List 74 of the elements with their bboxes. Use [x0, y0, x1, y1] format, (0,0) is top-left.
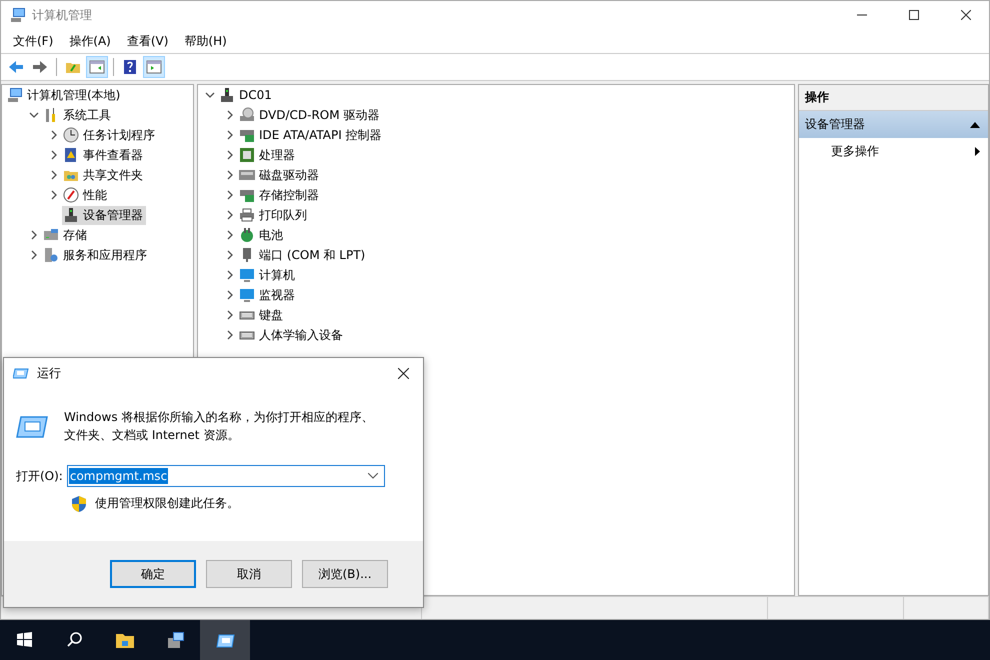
actions-header: 操作: [799, 85, 988, 111]
monitor-icon: [239, 267, 255, 283]
action-pane-button[interactable]: [143, 56, 165, 78]
tree-item[interactable]: 性能: [62, 186, 110, 204]
storage-icon: [43, 227, 59, 243]
help-icon: [122, 59, 138, 75]
computer-icon: [10, 7, 26, 23]
maximize-icon: [909, 10, 919, 20]
shield-icon: [71, 496, 87, 512]
dialog-button[interactable]: 浏览(B)...: [302, 560, 388, 588]
windows-icon: [15, 630, 35, 650]
board-icon: [239, 127, 255, 143]
close-icon: [398, 368, 408, 378]
forward-arrow-icon: [32, 59, 48, 75]
clock-icon: [63, 127, 79, 143]
command-combobox[interactable]: compmgmt.msc: [66, 465, 385, 487]
actions-section[interactable]: 设备管理器: [799, 111, 988, 138]
device-category[interactable]: DVD/CD-ROM 驱动器: [238, 106, 382, 124]
printer-icon: [239, 207, 255, 223]
device-icon: [63, 207, 79, 223]
log-icon: [63, 147, 79, 163]
tree-item[interactable]: 任务计划程序: [62, 126, 158, 144]
device-category[interactable]: DC01: [218, 86, 275, 104]
drive-icon: [239, 167, 255, 183]
device-category[interactable]: 监视器: [238, 286, 298, 304]
submenu-arrow-icon: [975, 147, 980, 156]
run-icon: [16, 414, 48, 440]
open-label: 打开(O):: [16, 468, 63, 484]
admin-note: 使用管理权限创建此任务。: [95, 495, 239, 512]
device-category[interactable]: 磁盘驱动器: [238, 166, 322, 184]
close-icon: [961, 10, 971, 20]
device-category[interactable]: 人体学输入设备: [238, 326, 346, 344]
device-category[interactable]: 键盘: [238, 306, 286, 324]
dropdown-caret-icon: [368, 473, 378, 479]
menu-item[interactable]: 操作(A): [63, 30, 117, 52]
dialog-button[interactable]: 确定: [110, 560, 196, 588]
window-title: 计算机管理: [32, 6, 92, 24]
run-button[interactable]: [200, 620, 250, 660]
server-icon: [165, 630, 185, 650]
menu-item[interactable]: 帮助(H): [178, 30, 233, 52]
menu-item[interactable]: 文件(F): [7, 30, 60, 52]
action-item[interactable]: 更多操作: [799, 138, 988, 165]
dialog-button[interactable]: 取消: [206, 560, 292, 588]
tree-item[interactable]: 事件查看器: [62, 146, 146, 164]
board-icon: [239, 187, 255, 203]
device-category[interactable]: 处理器: [238, 146, 298, 164]
gauge-icon: [63, 187, 79, 203]
tree-item[interactable]: 系统工具: [42, 106, 114, 124]
device-icon: [219, 87, 235, 103]
device-category[interactable]: IDE ATA/ATAPI 控制器: [238, 126, 385, 144]
device-category[interactable]: 打印队列: [238, 206, 310, 224]
server-icon: [43, 247, 59, 263]
plug-icon: [239, 227, 255, 243]
device-category[interactable]: 端口 (COM 和 LPT): [238, 246, 368, 264]
device-category[interactable]: 存储控制器: [238, 186, 322, 204]
device-category[interactable]: 计算机: [238, 266, 298, 284]
action-pane-icon: [146, 59, 162, 75]
monitor-icon: [239, 287, 255, 303]
tree-item[interactable]: 共享文件夹: [62, 166, 146, 184]
device-category[interactable]: 电池: [238, 226, 286, 244]
chip-icon: [239, 147, 255, 163]
collapse-arrow-icon: [970, 122, 980, 128]
dialog-description: Windows 将根据你所输入的名称，为你打开相应的程序、文件夹、文档或 Internet 资源。: [64, 409, 374, 444]
back-arrow-icon: [8, 59, 24, 75]
menu-item[interactable]: 查看(V): [120, 30, 174, 52]
tree-item[interactable]: 计算机管理(本地): [6, 86, 124, 104]
tree-item[interactable]: 设备管理器: [62, 206, 146, 224]
computer-icon: [7, 87, 23, 103]
disc-drive-icon: [239, 107, 255, 123]
console-tree-icon: [89, 59, 105, 75]
dialog-title: 运行: [37, 364, 61, 382]
console-tree-button[interactable]: [86, 56, 108, 78]
tree-item[interactable]: 存储: [42, 226, 90, 244]
tree-item[interactable]: 服务和应用程序: [42, 246, 150, 264]
